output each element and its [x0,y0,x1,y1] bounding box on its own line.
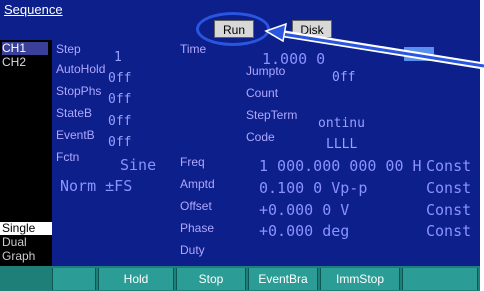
annotation-arrow-icon [264,22,484,70]
screen: Sequence Run Disk CH1 CH2 Single Dual Gr… [0,0,484,291]
